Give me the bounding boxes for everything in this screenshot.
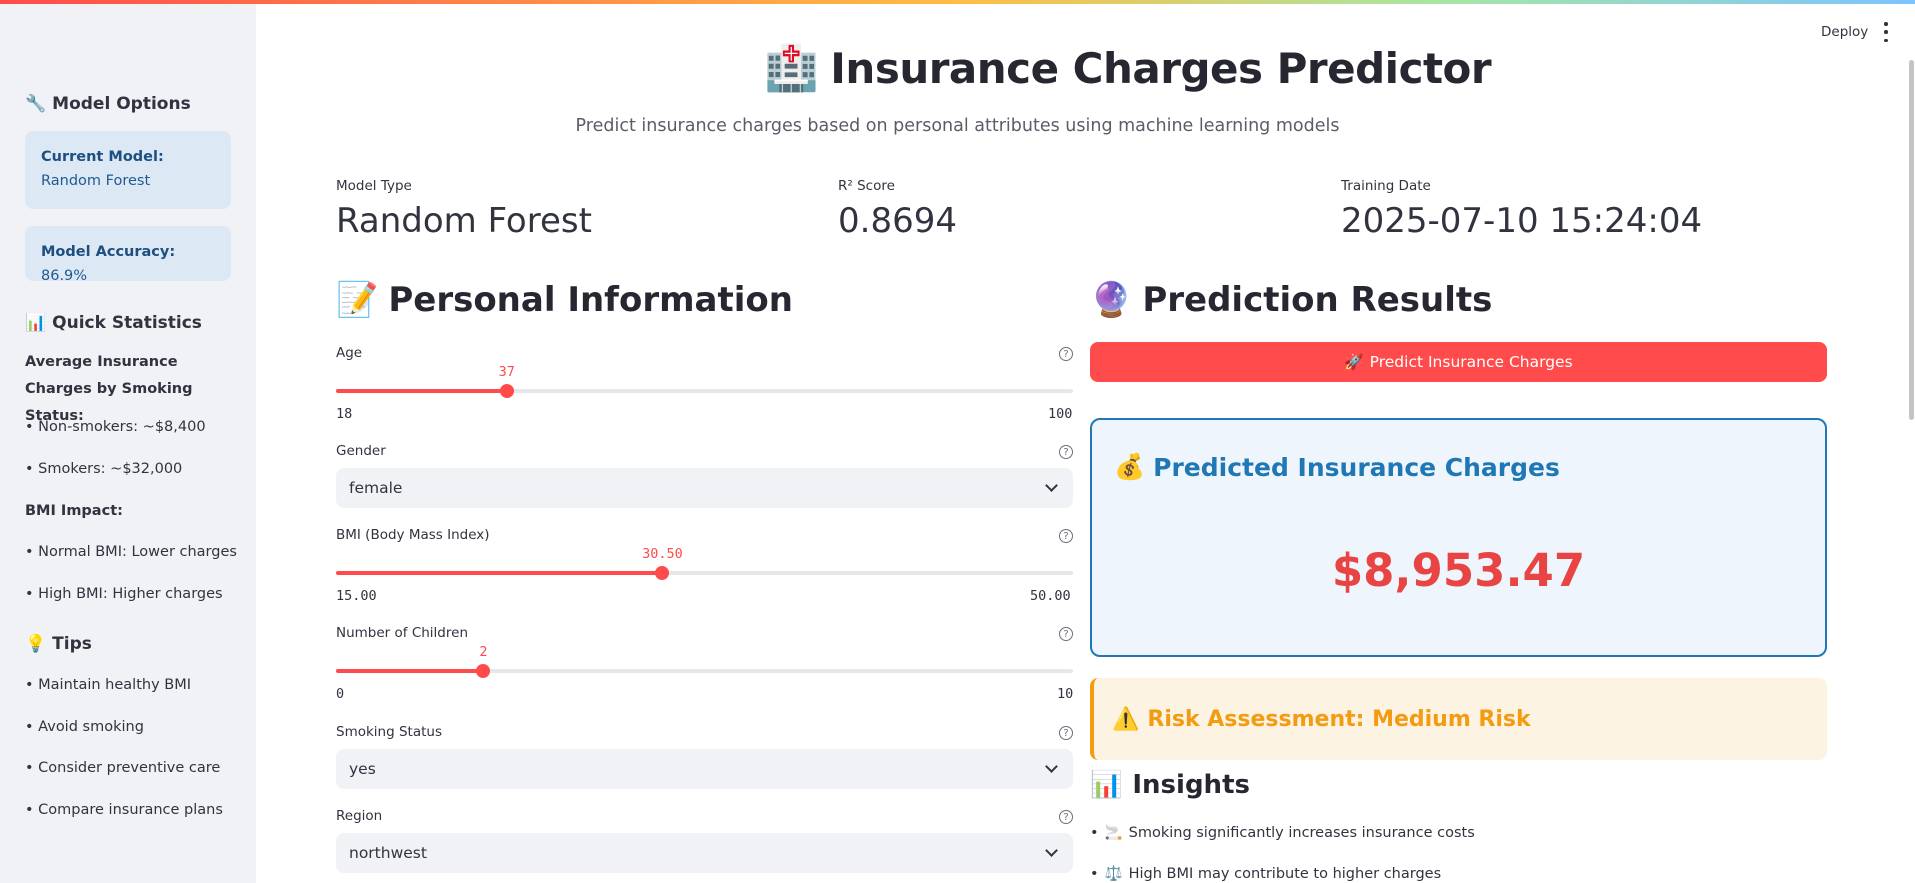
risk-assessment-alert: ⚠️ Risk Assessment: Medium Risk [1090,678,1827,760]
children-min: 0 [336,686,345,702]
scale-icon: ⚖️ [1104,866,1123,882]
page-title: 🏥 Insurance Charges Predictor [764,43,1492,94]
age-slider[interactable]: 37 [336,364,1073,398]
top-decoration-bar [0,0,1915,4]
metric-value-training-date: 2025-07-10 15:24:04 [1341,201,1703,241]
age-slider-value: 37 [498,364,515,380]
chevron-down-icon [1045,479,1058,492]
gender-label: Gender [336,443,386,459]
current-model-label: Current Model: [41,149,164,165]
gender-select-value: female [349,479,403,497]
model-accuracy-value: 86.9% [41,268,88,284]
avg-charges-heading: Average Insurance Charges by Smoking Sta… [25,354,193,424]
bmi-slider-fill [336,571,663,575]
help-icon[interactable]: ? [1059,810,1073,824]
age-min: 18 [336,406,353,422]
children-max: 10 [1057,686,1074,702]
model-options-heading: 🔧 Model Options [25,94,191,114]
non-smokers-stat: • Non-smokers: ~$8,400 [25,419,206,435]
help-icon[interactable]: ? [1059,347,1073,361]
model-accuracy-label: Model Accuracy: [41,244,176,260]
lightbulb-icon: 💡 [25,634,47,654]
chevron-down-icon [1045,844,1058,857]
bmi-normal-stat: • Normal BMI: Lower charges [25,544,237,560]
metric-value-r2: 0.8694 [838,201,957,241]
age-label: Age [336,345,363,361]
predict-button[interactable]: 🚀 Predict Insurance Charges [1090,342,1827,382]
risk-assessment-text: Risk Assessment: Medium Risk [1147,706,1531,732]
region-select[interactable]: northwest [336,833,1073,873]
hospital-icon: 🏥 [764,43,819,94]
bmi-slider-thumb[interactable] [655,566,670,580]
gender-select[interactable]: female [336,468,1073,508]
personal-info-heading: 📝 Personal Information [336,280,793,320]
smoking-select-value: yes [349,760,376,778]
help-icon[interactable]: ? [1059,627,1073,641]
bmi-min: 15.00 [336,588,377,604]
help-icon[interactable]: ? [1059,726,1073,740]
insight-item: • ⚖️ High BMI may contribute to higher ch… [1090,865,1442,883]
age-slider-thumb[interactable] [499,384,514,398]
quick-stats-heading: 📊 Quick Statistics [25,313,202,333]
memo-icon: 📝 [336,280,379,320]
bmi-max: 50.00 [1030,588,1071,604]
smoking-label: Smoking Status [336,724,442,740]
rocket-icon: 🚀 [1344,353,1364,371]
crystal-ball-icon: 🔮 [1090,280,1133,320]
bar-chart-icon: 📊 [1090,770,1123,800]
children-slider-value: 2 [479,644,488,660]
predicted-charges-heading: 💰 Predicted Insurance Charges [1114,452,1560,482]
cigarette-icon: 🚬 [1104,825,1123,841]
main-menu-icon[interactable] [1882,22,1890,42]
prediction-results-heading: 🔮 Prediction Results [1090,280,1493,320]
current-model-box: Current Model: Random Forest [25,131,231,209]
scrollbar[interactable] [1909,60,1914,420]
tip-item: • Consider preventive care [25,760,221,776]
bmi-impact-heading: BMI Impact: [25,503,123,519]
age-max: 100 [1048,406,1073,422]
help-icon[interactable]: ? [1059,445,1073,459]
metric-label-training-date: Training Date [1341,178,1431,194]
bar-chart-icon: 📊 [25,313,47,333]
money-bag-icon: 💰 [1114,452,1146,481]
metric-label-model-type: Model Type [336,178,412,194]
current-model-value: Random Forest [41,173,151,189]
insights-heading: 📊 Insights [1090,770,1250,800]
children-label: Number of Children [336,625,468,641]
age-slider-fill [336,389,507,393]
children-slider-thumb[interactable] [476,664,491,678]
model-accuracy-box: Model Accuracy: 86.9% [25,226,231,284]
tip-item: • Avoid smoking [25,719,144,735]
metric-value-model-type: Random Forest [336,201,592,241]
smokers-stat: • Smokers: ~$32,000 [25,461,183,477]
warning-icon: ⚠️ [1112,706,1140,732]
region-select-value: northwest [349,844,427,862]
children-slider[interactable]: 2 [336,644,1073,678]
bmi-high-stat: • High BMI: Higher charges [25,586,223,602]
tip-item: • Compare insurance plans [25,802,223,818]
children-slider-fill [336,669,484,673]
bmi-slider-value: 30.50 [642,546,683,562]
bmi-label: BMI (Body Mass Index) [336,527,490,543]
insight-item: • 🚬 Smoking significantly increases insur… [1090,824,1475,842]
bmi-slider[interactable]: 30.50 [336,546,1073,580]
metric-label-r2: R² Score [838,178,895,194]
predicted-amount: $8,953.47 [1331,544,1586,597]
tips-heading: 💡 Tips [25,634,92,654]
smoking-select[interactable]: yes [336,749,1073,789]
region-label: Region [336,808,383,824]
wrench-icon: 🔧 [25,94,47,114]
deploy-button[interactable]: Deploy [1821,24,1868,40]
page-subtitle: Predict insurance charges based on perso… [575,116,1340,136]
predicted-charges-card: 💰 Predicted Insurance Charges $8,953.47 [1090,418,1827,657]
chevron-down-icon [1045,760,1058,773]
help-icon[interactable]: ? [1059,529,1073,543]
tip-item: • Maintain healthy BMI [25,677,191,693]
